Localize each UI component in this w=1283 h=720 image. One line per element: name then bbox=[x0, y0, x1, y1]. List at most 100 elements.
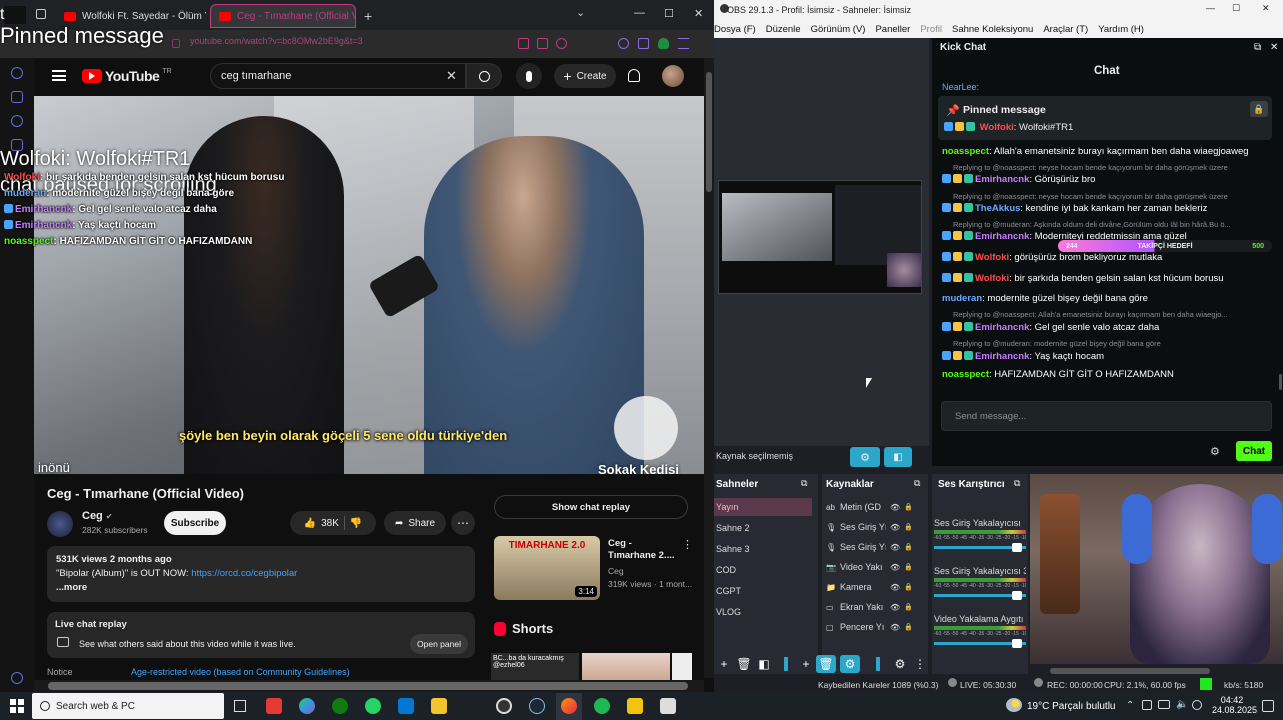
tab-ceg-timarhane[interactable]: Ceg - Tımarhane (Official V ✕ bbox=[210, 4, 356, 28]
add-source-button[interactable]: + bbox=[796, 655, 816, 673]
visibility-eye-icon[interactable]: 👁 bbox=[890, 523, 900, 532]
volume-slider-handle[interactable] bbox=[1012, 639, 1022, 648]
chat-username[interactable]: noasspect bbox=[942, 369, 989, 380]
outlook-icon[interactable] bbox=[398, 698, 414, 714]
menu-help[interactable]: Yardım (H) bbox=[1098, 24, 1144, 35]
voice-search-button[interactable] bbox=[516, 63, 542, 89]
obs-close-button[interactable]: ✕ bbox=[1262, 3, 1270, 14]
create-button[interactable]: + Create bbox=[554, 64, 616, 88]
chat-settings-gear-icon[interactable]: ⚙ bbox=[1210, 445, 1220, 458]
show-more-link[interactable]: ...more bbox=[56, 582, 87, 593]
scene-item[interactable]: COD bbox=[714, 561, 812, 579]
lock-icon[interactable]: 🔒 bbox=[904, 623, 913, 631]
source-item[interactable]: 📷 Video Yakı 👁 🔒 bbox=[826, 562, 924, 572]
search-button[interactable] bbox=[466, 63, 502, 89]
lock-icon[interactable]: 🔒 bbox=[904, 563, 913, 571]
tab-list-chevron-icon[interactable]: ⌄ bbox=[576, 6, 585, 19]
minimize-button[interactable]: — bbox=[634, 7, 645, 19]
dock-close-icon[interactable]: ✕ bbox=[1270, 42, 1278, 53]
mixer-menu-button[interactable]: ⋮ bbox=[910, 655, 930, 673]
source-item[interactable]: ▭ Ekran Yakı 👁 🔒 bbox=[826, 602, 924, 612]
search-input[interactable]: ceg tımarhane bbox=[210, 63, 466, 89]
whatsapp-icon[interactable] bbox=[365, 698, 381, 714]
obs-minimize-button[interactable]: — bbox=[1206, 3, 1215, 13]
chat-username[interactable]: Wolfoki bbox=[975, 273, 1009, 284]
lock-icon[interactable]: 🔒 bbox=[904, 503, 913, 511]
close-button[interactable]: ✕ bbox=[694, 7, 703, 20]
recommended-more-icon[interactable]: ⋮ bbox=[682, 538, 693, 551]
menu-edit[interactable]: Düzenle bbox=[766, 24, 801, 35]
dock-splitter[interactable] bbox=[784, 657, 788, 671]
more-actions-button[interactable]: ⋯ bbox=[451, 511, 475, 535]
bookmark-star-icon[interactable] bbox=[556, 38, 567, 49]
open-panel-button[interactable]: Open panel bbox=[410, 634, 468, 654]
task-view-icon[interactable] bbox=[234, 700, 246, 712]
add-scene-button[interactable]: + bbox=[714, 655, 734, 673]
clear-search-icon[interactable]: ✕ bbox=[446, 68, 457, 84]
short-thumbnail-1[interactable]: BC...ba da kuracakmış @ezhel06 bbox=[491, 653, 579, 681]
source-properties-button[interactable]: ⚙ bbox=[850, 447, 880, 467]
source-item[interactable]: 📁 Kamera 👁 🔒 bbox=[826, 582, 924, 592]
subscribe-button[interactable]: Subscribe bbox=[164, 511, 226, 535]
source-item[interactable]: ab Metin (GD 👁 🔒 bbox=[826, 502, 924, 512]
tray-icon[interactable] bbox=[1142, 700, 1152, 710]
volume-slider-handle[interactable] bbox=[1012, 543, 1022, 552]
scene-item[interactable]: VLOG bbox=[714, 603, 812, 621]
new-tab-plus-icon[interactable]: + bbox=[364, 8, 372, 24]
sources-dock-float-icon[interactable]: ⧉ bbox=[914, 478, 920, 489]
remove-scene-button[interactable]: 🗑 bbox=[734, 655, 754, 673]
recommended-thumbnail[interactable]: TIMARHANE 2.0 3:14 bbox=[494, 536, 600, 600]
send-chat-button[interactable]: Chat bbox=[1236, 441, 1272, 461]
visibility-eye-icon[interactable]: 👁 bbox=[890, 563, 900, 572]
vertical-scroll-thumb[interactable] bbox=[706, 72, 712, 192]
visibility-eye-icon[interactable]: 👁 bbox=[890, 623, 900, 632]
mixer-horizontal-scroll[interactable] bbox=[1050, 668, 1210, 674]
account-avatar[interactable] bbox=[662, 65, 684, 87]
youtube-logo[interactable]: YouTube TR bbox=[82, 68, 172, 84]
visibility-eye-icon[interactable]: 👁 bbox=[890, 503, 900, 512]
chat-username[interactable]: noasspect bbox=[942, 146, 989, 157]
notification-center-icon[interactable] bbox=[1262, 700, 1274, 712]
file-explorer-icon[interactable] bbox=[431, 698, 447, 714]
obs-preview-canvas[interactable] bbox=[714, 38, 929, 446]
channel-avatar[interactable] bbox=[47, 511, 73, 537]
tab-actions-icon[interactable] bbox=[36, 9, 46, 19]
source-item[interactable]: ▢ Pencere Yı 👁 🔒 bbox=[826, 622, 924, 632]
spotify-icon[interactable] bbox=[594, 698, 610, 714]
taskbar-app-icon[interactable] bbox=[660, 698, 676, 714]
chat-username[interactable]: Emirhancnk bbox=[975, 351, 1029, 362]
chat-message-input[interactable]: Send message... bbox=[941, 401, 1272, 431]
recommended-title[interactable]: Ceg - Tımarhane 2.... bbox=[608, 538, 680, 562]
lock-icon[interactable]: 🔒 bbox=[904, 543, 913, 551]
channel-name-row[interactable]: Ceg ✔ bbox=[82, 510, 113, 522]
scene-item[interactable]: Sahne 2 bbox=[714, 519, 812, 537]
source-item[interactable]: 🎙 Ses Giriş Yı 👁 🔒 bbox=[826, 542, 924, 552]
lock-icon[interactable]: 🔒 bbox=[904, 603, 913, 611]
taskbar-app-icon[interactable] bbox=[266, 698, 282, 714]
scenes-dock-float-icon[interactable]: ⧉ bbox=[801, 478, 807, 489]
taskbar-clock[interactable]: 04:42 24.08.2025 bbox=[1212, 695, 1257, 715]
short-thumbnail-2[interactable] bbox=[582, 653, 670, 681]
dock-float-icon[interactable]: ⧉ bbox=[1254, 42, 1261, 53]
menu-profile[interactable]: Profil bbox=[920, 24, 942, 35]
dock-splitter[interactable] bbox=[876, 657, 880, 671]
taskbar-search-box[interactable]: Search web & PC bbox=[32, 693, 224, 719]
start-button[interactable] bbox=[10, 699, 24, 713]
chat-username[interactable]: Wolfoki bbox=[975, 252, 1009, 263]
lock-icon[interactable]: 🔒 bbox=[904, 523, 913, 531]
lock-icon[interactable]: 🔒 bbox=[904, 583, 913, 591]
menu-scene-collection[interactable]: Sahne Koleksiyonu bbox=[952, 24, 1033, 35]
visibility-eye-icon[interactable]: 👁 bbox=[890, 583, 900, 592]
battery-icon[interactable] bbox=[1158, 700, 1170, 709]
menu-tools[interactable]: Araçlar (T) bbox=[1043, 24, 1088, 35]
steam-icon[interactable] bbox=[529, 698, 545, 714]
copilot-icon[interactable] bbox=[299, 698, 315, 714]
chat-username[interactable]: Emirhancnk bbox=[975, 174, 1029, 185]
obs-taskbar-icon[interactable] bbox=[496, 698, 512, 714]
profile-icon[interactable] bbox=[618, 38, 629, 49]
menu-icon[interactable] bbox=[678, 38, 689, 49]
show-chat-replay-button[interactable]: Show chat replay bbox=[494, 495, 688, 519]
visibility-eye-icon[interactable]: 👁 bbox=[890, 543, 900, 552]
puzzle-icon[interactable] bbox=[638, 38, 649, 49]
visibility-eye-icon[interactable]: 👁 bbox=[890, 603, 900, 612]
